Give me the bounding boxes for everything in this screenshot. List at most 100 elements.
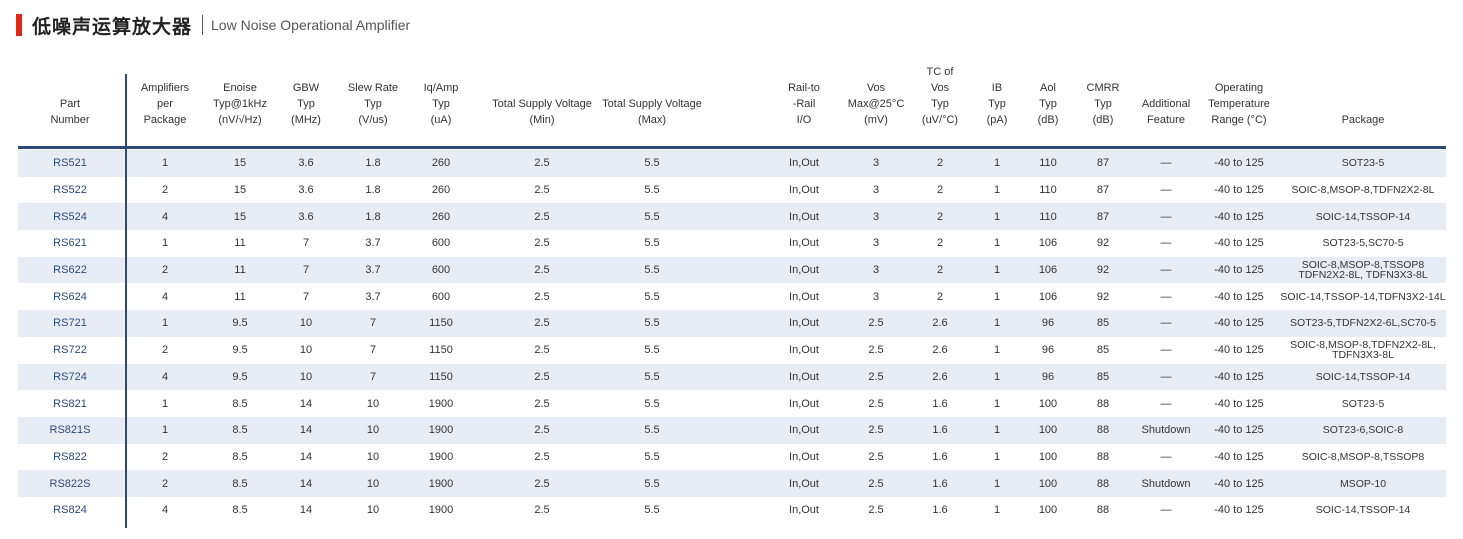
cell-rail: In,Out xyxy=(789,264,819,277)
cell-package: SOIC-8,MSOP-8,TSSOP8 TDFN2X2-8L, TDFN3X3-… xyxy=(1298,259,1428,282)
cell-amps: 1 xyxy=(161,397,169,410)
cell-part: RS721 xyxy=(53,317,87,330)
cell-rail: In,Out xyxy=(789,504,819,517)
cell-ib: 1 xyxy=(993,344,1001,357)
cell-vmax: 5.5 xyxy=(644,157,660,170)
cell-tcvos: 1.6 xyxy=(932,424,948,437)
cell-tcvos: 1.6 xyxy=(932,450,948,463)
cell-amps: 4 xyxy=(161,504,169,517)
cell-cmrr: 85 xyxy=(1096,344,1110,357)
cell-ib: 1 xyxy=(993,184,1001,197)
cell-temp: -40 to 125 xyxy=(1214,370,1264,383)
cell-vmax: 5.5 xyxy=(644,264,660,277)
table-row: RS624 4 11 7 3.7 600 2.5 5.5 In,Out 3 2 1 106 92 — -40 … xyxy=(18,283,1446,310)
cell-tcvos: 1.6 xyxy=(932,504,948,517)
cell-cmrr: 87 xyxy=(1096,157,1110,170)
table-row: RS721 1 9.5 10 7 1150 2.5 5.5 In,Out 2.5 2.6 1 96 85 —… xyxy=(18,310,1446,337)
cell-amps: 4 xyxy=(161,370,169,383)
cell-feature: — xyxy=(1160,237,1172,250)
cell-enoise: 8.5 xyxy=(232,504,248,517)
cell-iq: 260 xyxy=(431,157,451,170)
column-header-amps: Amplifiers per Package xyxy=(140,82,190,126)
cell-feature: — xyxy=(1160,450,1172,463)
cell-vos: 2.5 xyxy=(868,317,884,330)
cell-ib: 1 xyxy=(993,210,1001,223)
cell-gbw: 7 xyxy=(302,264,310,277)
cell-aol: 100 xyxy=(1038,504,1058,517)
cell-vmax: 5.5 xyxy=(644,477,660,490)
cell-package: SOT23-5 xyxy=(1341,157,1385,170)
cell-feature: — xyxy=(1160,290,1172,303)
cell-rail: In,Out xyxy=(789,397,819,410)
cell-slew: 3.7 xyxy=(365,290,381,303)
cell-part: RS522 xyxy=(53,184,87,197)
table-row: RS622 2 11 7 3.7 600 2.5 5.5 In,Out 3 2 1 106 92 — -40 … xyxy=(18,256,1446,284)
cell-vos: 2.5 xyxy=(868,504,884,517)
cell-vos: 2.5 xyxy=(868,397,884,410)
cell-gbw: 3.6 xyxy=(298,210,314,223)
cell-ib: 1 xyxy=(993,477,1001,490)
cell-tcvos: 2.6 xyxy=(932,317,948,330)
cell-tcvos: 2 xyxy=(936,237,944,250)
cell-tcvos: 2 xyxy=(936,157,944,170)
cell-package: SOIC-14,TSSOP-14 xyxy=(1315,210,1411,223)
cell-part: RS722 xyxy=(53,344,87,357)
cell-vmax: 5.5 xyxy=(644,397,660,410)
cell-vmax: 5.5 xyxy=(644,317,660,330)
cell-feature: — xyxy=(1160,210,1172,223)
table-row: RS821 1 8.5 14 10 1900 2.5 5.5 In,Out 2.5 1.6 1 100 8… xyxy=(18,390,1446,417)
cell-slew: 7 xyxy=(369,370,377,383)
cell-aol: 106 xyxy=(1038,290,1058,303)
cell-part: RS624 xyxy=(53,290,87,303)
table-body: RS521 1 15 3.6 1.8 260 2.5 5.5 In,Out 3 2 1 110 87— -4… xyxy=(18,150,1446,524)
cell-vmin: 2.5 xyxy=(534,184,550,197)
cell-part: RS822 xyxy=(53,450,87,463)
cell-package: SOIC-8,MSOP-8,TDFN2X2-8L xyxy=(1291,184,1435,197)
cell-temp: -40 to 125 xyxy=(1214,157,1264,170)
cell-part: RS622 xyxy=(53,264,87,277)
column-header-iq: Iq/Amp Typ (uA) xyxy=(423,82,459,126)
cell-vmin: 2.5 xyxy=(534,317,550,330)
cell-aol: 106 xyxy=(1038,264,1058,277)
cell-amps: 2 xyxy=(161,344,169,357)
cell-amps: 2 xyxy=(161,477,169,490)
cell-vmin: 2.5 xyxy=(534,397,550,410)
cell-aol: 106 xyxy=(1038,237,1058,250)
cell-vmax: 5.5 xyxy=(644,237,660,250)
cell-cmrr: 87 xyxy=(1096,210,1110,223)
column-header-package: Package xyxy=(1341,114,1385,126)
cell-cmrr: 87 xyxy=(1096,184,1110,197)
cell-slew: 1.8 xyxy=(365,157,381,170)
cell-gbw: 7 xyxy=(302,290,310,303)
column-header-feature: Additional Feature xyxy=(1141,98,1191,126)
cell-rail: In,Out xyxy=(789,317,819,330)
cell-package: SOT23-5 xyxy=(1341,397,1385,410)
cell-enoise: 9.5 xyxy=(232,317,248,330)
cell-slew: 7 xyxy=(369,317,377,330)
column-header-enoise: Enoise Typ@1kHz (nV/√Hz) xyxy=(213,82,267,126)
cell-temp: -40 to 125 xyxy=(1214,344,1264,357)
cell-iq: 1900 xyxy=(428,504,454,517)
cell-enoise: 9.5 xyxy=(232,344,248,357)
cell-amps: 4 xyxy=(161,290,169,303)
cell-vmax: 5.5 xyxy=(644,424,660,437)
cell-vmin: 2.5 xyxy=(534,504,550,517)
cell-part: RS821 xyxy=(53,397,87,410)
cell-rail: In,Out xyxy=(789,237,819,250)
cell-cmrr: 85 xyxy=(1096,370,1110,383)
cell-package: SOT23-5,TDFN2X2-6L,SC70-5 xyxy=(1290,317,1436,330)
cell-feature: — xyxy=(1160,370,1172,383)
cell-aol: 96 xyxy=(1041,317,1055,330)
cell-vmin: 2.5 xyxy=(534,477,550,490)
cell-rail: In,Out xyxy=(789,290,819,303)
cell-slew: 3.7 xyxy=(365,237,381,250)
cell-temp: -40 to 125 xyxy=(1214,184,1264,197)
cell-gbw: 10 xyxy=(299,344,313,357)
cell-enoise: 11 xyxy=(234,290,246,303)
cell-iq: 600 xyxy=(431,264,451,277)
cell-vos: 3 xyxy=(872,237,880,250)
cell-gbw: 14 xyxy=(299,504,313,517)
cell-vmax: 5.5 xyxy=(644,290,660,303)
cell-cmrr: 92 xyxy=(1096,290,1110,303)
cell-temp: -40 to 125 xyxy=(1214,477,1264,490)
